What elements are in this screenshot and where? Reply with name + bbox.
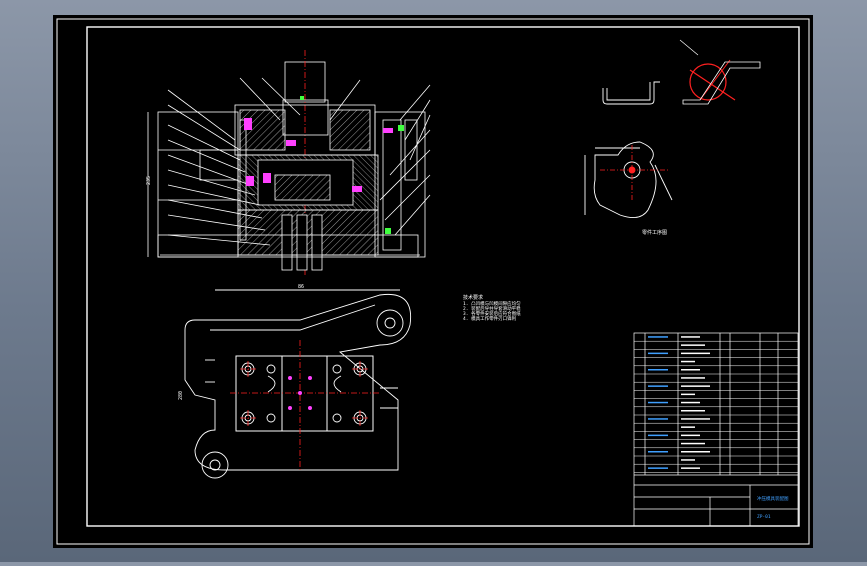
table-entry-mark (681, 336, 700, 338)
table-entry-mark (681, 426, 695, 428)
table-entry-mark (681, 459, 695, 461)
table-entry-mark (681, 467, 700, 469)
tech-requirement-2: 2. 装配后导柱导套滑动平稳 (463, 305, 521, 312)
height-dimension: 235 (146, 176, 152, 185)
table-entry-mark (681, 434, 700, 437)
table-entry-mark (681, 410, 705, 412)
table-entry-mark (681, 393, 695, 396)
table-entry-mark (648, 418, 668, 420)
table-entry-mark (681, 352, 710, 355)
table-entry-mark (648, 434, 668, 437)
tech-requirement-1: 1. 凸凹模与凹模间隙应均匀 (463, 300, 521, 307)
table-entry-mark (681, 401, 700, 404)
table-entry-mark (648, 451, 668, 453)
table-entry-mark (648, 336, 668, 338)
table-entry-mark (648, 385, 668, 387)
table-entry-mark (648, 467, 668, 469)
table-entry-mark (648, 369, 668, 371)
table-entry-mark (681, 369, 700, 371)
table-entry-mark (681, 344, 705, 346)
tech-requirement-4: 4. 模具工作零件刃口锋利 (463, 315, 517, 322)
cad-viewport[interactable]: 235 86 280 零件工序图 技术要求 1. 凸凹模与凹模间隙应均匀 2. … (0, 0, 867, 562)
top-dimension: 86 (298, 284, 304, 290)
table-entry-mark (681, 377, 705, 379)
table-entry-mark (648, 401, 668, 404)
title-block-code: ZP-01 (757, 514, 771, 520)
tech-requirement-3: 3. 各零件安装后应符合图纸 (463, 310, 521, 317)
table-entry-mark (681, 360, 695, 363)
part-view-caption: 零件工序图 (642, 229, 667, 236)
table-entry-mark (681, 418, 710, 420)
table-entry-mark (681, 442, 705, 445)
table-entry-mark (681, 451, 710, 453)
table-entry-mark (648, 352, 668, 355)
table-entry-mark (681, 385, 710, 387)
title-block-name: 冲压模具装配图 (757, 495, 789, 502)
drawing-canvas: 235 86 280 零件工序图 技术要求 1. 凸凹模与凹模间隙应均匀 2. … (53, 15, 813, 548)
side-dimension: 280 (178, 391, 184, 400)
tech-requirements-title: 技术要求 (463, 294, 483, 301)
